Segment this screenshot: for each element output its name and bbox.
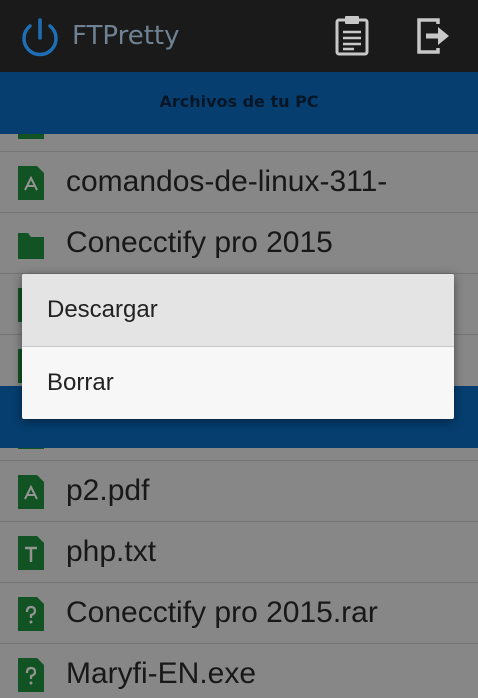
app-bar: FTPretty: [0, 0, 478, 72]
delete-menu-item[interactable]: Borrar: [22, 347, 454, 419]
power-icon[interactable]: [18, 14, 62, 58]
context-menu: Descargar Borrar: [22, 274, 454, 419]
download-menu-item[interactable]: Descargar: [22, 274, 454, 346]
clipboard-icon[interactable]: [332, 14, 372, 58]
app-title: FTPretty: [72, 21, 180, 51]
exit-icon[interactable]: [414, 14, 454, 58]
